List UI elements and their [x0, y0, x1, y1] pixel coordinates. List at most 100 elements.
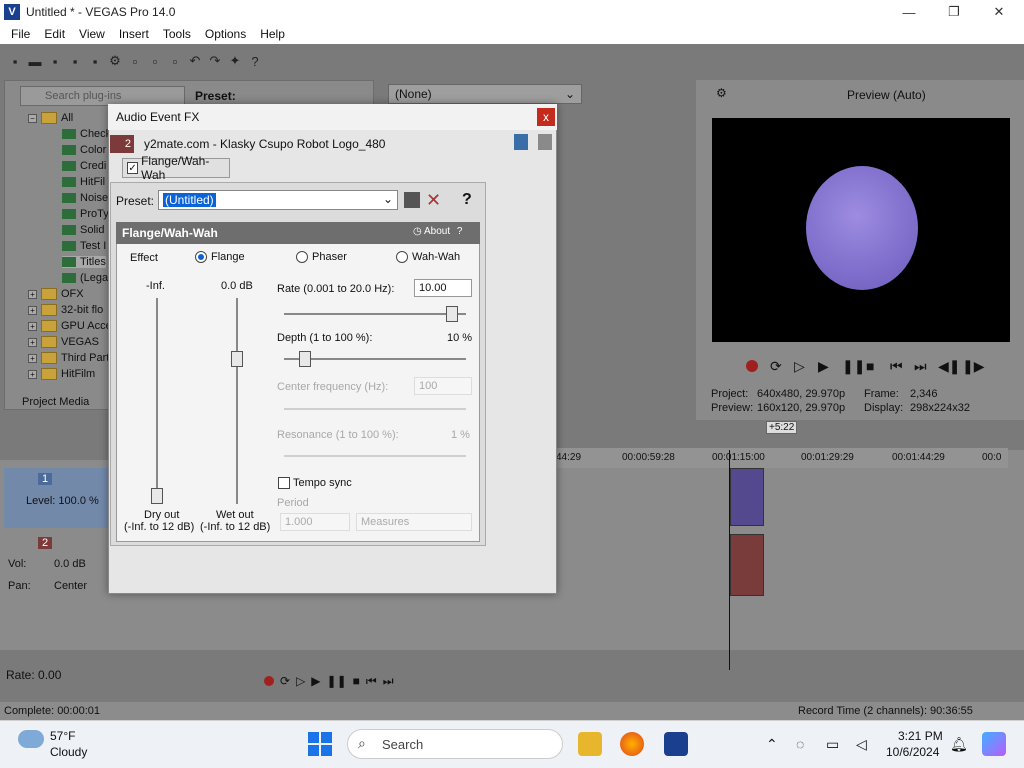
- render-icon[interactable]: ▪: [86, 52, 104, 70]
- expand-icon[interactable]: +: [28, 305, 37, 315]
- depth-slider-track[interactable]: [284, 358, 466, 360]
- expand-icon[interactable]: +: [28, 289, 37, 299]
- open-icon[interactable]: ▬: [26, 52, 44, 70]
- video-event-clip[interactable]: [730, 468, 764, 526]
- firefox-icon[interactable]: [620, 732, 644, 756]
- track2-vol-value[interactable]: 0.0 dB: [54, 558, 86, 570]
- rate-slider-track[interactable]: [284, 313, 466, 315]
- maximize-button[interactable]: ❐: [931, 0, 977, 24]
- menu-file[interactable]: File: [4, 27, 37, 41]
- audio-event-clip[interactable]: [730, 534, 764, 596]
- display-icon[interactable]: ▭: [826, 736, 839, 753]
- go-to-start-icon[interactable]: ⏮: [890, 358, 903, 375]
- menu-help[interactable]: Help: [253, 27, 292, 41]
- properties-gear-icon[interactable]: ⚙: [106, 52, 124, 70]
- tree-item-folder[interactable]: + Third Part: [28, 352, 109, 364]
- preview-quality-dropdown[interactable]: Preview (Auto): [847, 88, 926, 102]
- menu-tools[interactable]: Tools: [156, 27, 198, 41]
- expand-icon[interactable]: +: [28, 353, 37, 363]
- tree-item-plugin[interactable]: Check: [62, 128, 111, 140]
- copilot-icon[interactable]: [982, 732, 1006, 756]
- wet-out-slider-track[interactable]: [236, 298, 238, 504]
- volume-icon[interactable]: ◁: [856, 736, 867, 753]
- minimize-button[interactable]: —: [886, 0, 932, 24]
- stop-icon[interactable]: ■: [353, 674, 360, 688]
- tree-item-plugin-selected[interactable]: Titles: [62, 256, 106, 268]
- loop-icon[interactable]: ⟳: [280, 674, 290, 688]
- tempo-sync-checkbox[interactable]: Tempo sync: [278, 477, 352, 489]
- playhead-cursor[interactable]: [729, 450, 730, 670]
- expand-icon[interactable]: +: [28, 369, 37, 379]
- undo-icon[interactable]: ↶: [186, 52, 204, 70]
- expand-icon[interactable]: +: [28, 337, 37, 347]
- clock-date[interactable]: 10/6/2024: [886, 745, 939, 759]
- file-explorer-icon[interactable]: [578, 732, 602, 756]
- loop-icon[interactable]: ⟳: [770, 358, 782, 375]
- tree-item-plugin[interactable]: ProTy: [62, 208, 109, 220]
- save-icon[interactable]: ▪: [46, 52, 64, 70]
- tree-item-plugin[interactable]: Test I: [62, 240, 106, 252]
- tree-item-all[interactable]: − All: [28, 112, 73, 124]
- plugin-chain-icon[interactable]: [514, 134, 528, 150]
- whats-this-help-icon[interactable]: ?: [246, 52, 264, 70]
- stop-icon[interactable]: ■: [866, 358, 874, 374]
- tree-item-plugin[interactable]: Solid: [62, 224, 104, 236]
- preset-combo[interactable]: (Untitled) ⌄: [158, 190, 398, 210]
- tree-item-plugin[interactable]: Noise: [62, 192, 108, 204]
- delete-preset-icon[interactable]: ✕: [426, 190, 441, 211]
- tree-item-folder[interactable]: + OFX: [28, 288, 84, 300]
- menu-edit[interactable]: Edit: [37, 27, 72, 41]
- save-as-icon[interactable]: ▪: [66, 52, 84, 70]
- dry-out-slider-thumb[interactable]: [151, 488, 163, 504]
- tree-item-plugin[interactable]: HitFil: [62, 176, 105, 188]
- tree-item-folder[interactable]: +32-bit flo: [28, 304, 103, 316]
- expand-icon[interactable]: +: [28, 321, 37, 331]
- notification-bell-icon[interactable]: 🔔︎: [950, 736, 968, 753]
- play-icon[interactable]: ▶: [311, 674, 320, 688]
- fx-preset-combo[interactable]: (None) ⌄: [388, 84, 582, 104]
- clock-time[interactable]: 3:21 PM: [898, 729, 943, 743]
- play-from-start-icon[interactable]: ▷: [296, 674, 305, 688]
- vegas-app-icon[interactable]: V: [4, 4, 20, 20]
- wet-out-slider-thumb[interactable]: [231, 351, 243, 368]
- dialog-close-button[interactable]: x: [537, 108, 555, 126]
- pause-icon[interactable]: ❚❚: [842, 358, 865, 375]
- effect-radio-wah-wah[interactable]: Wah-Wah: [396, 251, 460, 263]
- save-preset-icon[interactable]: [404, 192, 420, 208]
- network-icon[interactable]: ◌: [796, 736, 804, 752]
- plugin-chain-tab[interactable]: ✓ Flange/Wah-Wah: [122, 154, 230, 182]
- tree-item-plugin[interactable]: Credi: [62, 160, 106, 172]
- cut-icon[interactable]: ▫: [126, 52, 144, 70]
- plugin-search-input[interactable]: Search plug-ins: [20, 86, 185, 106]
- cloudy-weather-icon[interactable]: [18, 730, 44, 748]
- preview-settings-gear-icon[interactable]: ⚙: [716, 86, 727, 100]
- record-icon[interactable]: [746, 360, 758, 372]
- paste-icon[interactable]: ▫: [166, 52, 184, 70]
- play-icon[interactable]: ▶: [818, 358, 829, 375]
- effect-radio-flange[interactable]: Flange: [195, 251, 245, 263]
- help-icon[interactable]: ?: [462, 191, 472, 209]
- play-from-start-icon[interactable]: ▷: [794, 358, 805, 375]
- tree-item-plugin[interactable]: (Lega: [62, 272, 108, 284]
- rate-input[interactable]: 10.00: [414, 279, 472, 297]
- menu-options[interactable]: Options: [198, 27, 253, 41]
- record-icon[interactable]: [264, 676, 274, 686]
- close-button[interactable]: ✕: [976, 0, 1022, 24]
- track2-pan-value[interactable]: Center: [54, 580, 87, 592]
- dry-out-slider-track[interactable]: [156, 298, 158, 504]
- weather-condition[interactable]: Cloudy: [50, 745, 87, 759]
- effect-radio-phaser[interactable]: Phaser: [296, 251, 347, 263]
- about-button[interactable]: ◷ About ?: [413, 226, 462, 237]
- remove-plugin-icon[interactable]: [538, 134, 552, 150]
- previous-frame-icon[interactable]: ◀❚: [938, 358, 961, 375]
- pause-icon[interactable]: ❚❚: [327, 674, 347, 688]
- tree-item-folder[interactable]: + GPU Acce: [28, 320, 112, 332]
- go-to-end-icon[interactable]: ⏭: [914, 358, 927, 375]
- chevron-up-icon[interactable]: ⌃: [766, 736, 778, 753]
- go-to-start-icon[interactable]: ⏮: [366, 674, 377, 689]
- plugin-enable-checkbox[interactable]: ✓: [127, 162, 139, 174]
- weather-temp[interactable]: 57°F: [50, 729, 75, 743]
- menu-insert[interactable]: Insert: [112, 27, 156, 41]
- new-project-icon[interactable]: ▪: [6, 52, 24, 70]
- tree-item-plugin[interactable]: Color: [62, 144, 106, 156]
